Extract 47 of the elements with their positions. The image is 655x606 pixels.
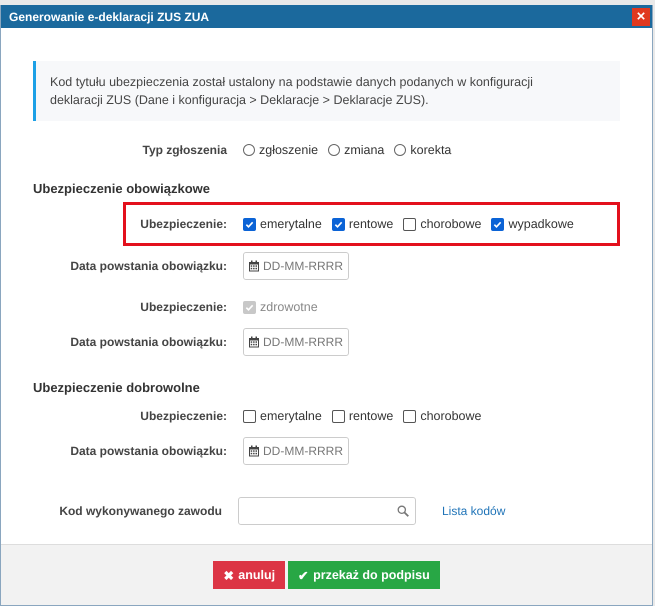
date-field[interactable]: DD-MM-RRRR <box>243 437 349 465</box>
search-field[interactable] <box>238 497 416 525</box>
field-label: Ubezpieczenie: <box>139 217 228 231</box>
field-label: Kod wykonywanego zawodu <box>58 504 223 518</box>
option-label: zdrowotne <box>260 300 318 314</box>
field-label: Data powstania obowiązku: <box>69 259 228 273</box>
option-label: wypadkowe <box>508 217 574 231</box>
checkbox[interactable] <box>243 218 256 230</box>
option-label: emerytalne <box>260 409 322 423</box>
calendar-icon <box>249 446 259 456</box>
field-label: Ubezpieczenie: <box>139 409 228 423</box>
calendar-icon <box>249 336 259 348</box>
radio-button[interactable] <box>394 144 406 156</box>
option-label: chorobowe <box>420 217 482 231</box>
check-icon: ✔ <box>298 568 310 582</box>
checkbox[interactable] <box>491 218 504 230</box>
field-label: Typ zgłoszenia <box>142 143 228 157</box>
option-label: rentowe <box>348 217 394 231</box>
checkbox[interactable] <box>332 410 345 422</box>
codes-link[interactable]: Lista kodów <box>442 504 506 518</box>
radio-button[interactable] <box>328 144 340 156</box>
option-label: emerytalne <box>260 217 322 231</box>
checkbox[interactable] <box>403 218 416 230</box>
date-field[interactable]: DD-MM-RRRR <box>243 328 349 356</box>
info-message: Kod tytułu ubezpieczenia został ustalony na podstawie danych podanych w konfiguracji deklaracji ZUS (Dane i konfiguracja > Deklaracje > Deklaracje ZUS). <box>33 61 620 121</box>
field-label: Ubezpieczenie: <box>139 300 228 314</box>
section-heading: Ubezpieczenie dobrowolne <box>33 380 201 395</box>
radio-button[interactable] <box>243 144 255 156</box>
close-button[interactable]: × <box>632 8 650 26</box>
section-heading: Ubezpieczenie obowiązkowe <box>33 181 211 196</box>
option-label: rentowe <box>348 409 394 423</box>
x-icon: ✖ <box>223 568 234 582</box>
submit-button[interactable]: ✔ przekaż do podpisu <box>288 561 440 589</box>
option-label: zgłoszenie <box>259 143 318 157</box>
field-label: Data powstania obowiązku: <box>69 335 228 349</box>
field-label: Data powstania obowiązku: <box>69 444 228 458</box>
search-icon <box>397 505 409 517</box>
window-title: Generowanie e-deklaracji ZUS ZUA <box>9 10 210 24</box>
cancel-button[interactable]: ✖ anuluj <box>213 561 286 589</box>
checkbox[interactable] <box>403 410 416 422</box>
option-label: zmiana <box>344 143 384 157</box>
date-field[interactable]: DD-MM-RRRR <box>243 252 349 280</box>
checkbox[interactable] <box>332 218 345 230</box>
checkbox[interactable] <box>243 410 256 422</box>
option-label: korekta <box>410 143 452 157</box>
calendar-icon <box>249 260 259 272</box>
option-label: chorobowe <box>420 409 482 423</box>
